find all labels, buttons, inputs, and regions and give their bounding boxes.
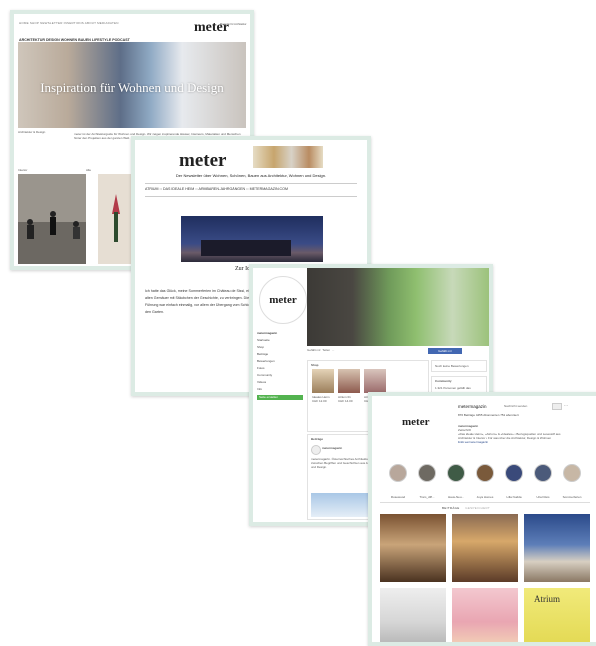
grid-post[interactable] bbox=[452, 514, 518, 582]
create-page-button[interactable]: Seite erstellen bbox=[257, 395, 303, 400]
hero-image[interactable]: Inspiration für Wohnen und Design bbox=[18, 42, 246, 128]
shop-item-image[interactable] bbox=[338, 369, 360, 393]
plant-illustration bbox=[98, 174, 134, 264]
magazine-covers-image bbox=[253, 146, 323, 168]
community-line: 1.321 Personen gefällt das bbox=[435, 386, 471, 390]
menu-link-website[interactable]: METERMAGAZIN.COM bbox=[250, 187, 288, 191]
highlight-thumbnail bbox=[505, 464, 523, 482]
grid-post[interactable] bbox=[380, 588, 446, 642]
people-illustration bbox=[18, 174, 86, 264]
shop-title: Shop bbox=[311, 363, 319, 367]
more-options-icon[interactable]: ⋯ bbox=[564, 403, 568, 408]
message-button[interactable]: Nachricht senden bbox=[504, 404, 527, 408]
post-author[interactable]: metermagazin bbox=[322, 446, 342, 450]
article-photo[interactable] bbox=[98, 174, 134, 264]
highlight-thumbnail bbox=[476, 464, 494, 482]
cover-photo[interactable] bbox=[307, 268, 489, 346]
newsletter-menu: ATRIUM •• DAS IDEALE HEIM •• ARMBAREN-JA… bbox=[145, 187, 288, 191]
nav-item[interactable]: Fotos bbox=[257, 365, 303, 372]
highlight-thumbnail bbox=[534, 464, 552, 482]
nav-item[interactable]: Info bbox=[257, 386, 303, 393]
like-button[interactable]: Gefällt mir bbox=[428, 348, 462, 354]
magazine-title: Atrium bbox=[534, 594, 560, 604]
action-row: Gefällt mir Teilen ... bbox=[307, 348, 334, 352]
story-highlight[interactable]: Lilla Nudda bbox=[504, 464, 524, 503]
highlight-label: Sommerferien bbox=[562, 495, 582, 499]
menu-link-jahrgaenge[interactable]: ARMBAREN-JAHRGÄNGEN bbox=[199, 187, 246, 191]
nav-item[interactable]: Community bbox=[257, 372, 303, 379]
shop-item-price: CHF 12.00 bbox=[312, 399, 327, 403]
section-label[interactable]: Alle bbox=[86, 168, 91, 172]
profile-handle: metermagazin bbox=[458, 404, 487, 409]
divider bbox=[145, 196, 357, 197]
article-body: Ich hatte das Glück, meine Sommerferien … bbox=[145, 289, 257, 314]
highlight-thumbnail bbox=[418, 464, 436, 482]
tab-posts[interactable]: BEITRÄGE bbox=[442, 506, 460, 510]
menu-link-ideales-heim[interactable]: DAS IDEALE HEIM bbox=[163, 187, 194, 191]
nav-item[interactable]: Beiträge bbox=[257, 351, 303, 358]
community-title: Community bbox=[435, 379, 452, 383]
newsletter-tagline: Der Newsletter über Wohnen, Schönen, Bau… bbox=[175, 173, 327, 178]
highlight-thumbnail bbox=[563, 464, 581, 482]
nav-item[interactable]: Bewertungen bbox=[257, 358, 303, 365]
shop-item-image[interactable] bbox=[364, 369, 386, 393]
highlight-label: Uriel Reis bbox=[536, 495, 550, 499]
nav-item[interactable]: Startseite bbox=[257, 337, 303, 344]
highlight-label: Lilla Nudda bbox=[506, 495, 522, 499]
highlight-thumbnail bbox=[447, 464, 465, 482]
follow-button[interactable] bbox=[552, 403, 562, 410]
profile-tabs: BEITRÄGE GESPEICHERT bbox=[442, 506, 490, 510]
grid-post[interactable] bbox=[380, 514, 446, 582]
hero-caption: Architektur & Design bbox=[18, 130, 46, 134]
tab-saved[interactable]: GESPEICHERT bbox=[465, 506, 490, 510]
section-label: Interior bbox=[18, 168, 28, 172]
menu-link-atrium[interactable]: ATRIUM bbox=[145, 187, 159, 191]
highlight-label: Haus-Neu... bbox=[447, 495, 464, 499]
post-avatar[interactable] bbox=[311, 445, 321, 455]
hero-title: Inspiration für Wohnen und Design bbox=[40, 80, 224, 95]
avatar-logo: meter bbox=[269, 294, 297, 306]
profile-stats: 876 Beiträge 4455 Abonnenten 751 abonnie… bbox=[458, 413, 519, 417]
story-highlight[interactable]: Joya Homes bbox=[475, 464, 495, 503]
page-name: metermagazin bbox=[257, 331, 278, 335]
share-action[interactable]: Teilen bbox=[322, 348, 330, 352]
divider bbox=[145, 183, 357, 184]
story-highlight[interactable]: Rosewood bbox=[388, 464, 408, 503]
bio-link[interactable]: linktr.ee/metermagazin bbox=[458, 440, 588, 444]
left-navigation: metermagazin Startseite Shop Beiträge Be… bbox=[257, 330, 303, 400]
profile-logo: meter bbox=[402, 416, 430, 428]
instagram-screenshot-card: meter metermagazin Nachricht senden ⋯ 87… bbox=[368, 392, 596, 646]
newsletter-logo[interactable]: meter bbox=[179, 150, 226, 172]
highlight-label: Rosewood bbox=[390, 495, 406, 499]
nav-item[interactable]: Videos bbox=[257, 379, 303, 386]
divider bbox=[380, 502, 590, 503]
more-action[interactable]: ... bbox=[332, 348, 335, 352]
shop-item-price: CHF 14.00 bbox=[338, 399, 353, 403]
brand-subtitle: Magazin für Architektur bbox=[220, 23, 247, 26]
story-highlight[interactable]: Uriel Reis bbox=[533, 464, 553, 503]
page-avatar[interactable]: meter bbox=[259, 276, 307, 324]
reviews-box: Noch keine Bewertungen bbox=[431, 360, 487, 372]
story-highlight[interactable]: Tram_diff... bbox=[417, 464, 437, 503]
like-action[interactable]: Gefällt mir bbox=[307, 348, 321, 352]
grid-post[interactable]: Atrium bbox=[524, 588, 590, 642]
castle-night-image[interactable] bbox=[181, 216, 323, 262]
top-nav[interactable]: HOME SHOP NEWSLETTER INSERTIONS ABOUT ME… bbox=[19, 21, 119, 25]
grid-post[interactable] bbox=[524, 514, 590, 582]
profile-bio: metermagazin Zeitschrift «Das ideale Hei… bbox=[458, 424, 588, 444]
shop-item-image[interactable] bbox=[312, 369, 334, 393]
highlight-thumbnail bbox=[389, 464, 407, 482]
nav-item[interactable]: Shop bbox=[257, 344, 303, 351]
story-highlight[interactable]: Sommerferien bbox=[562, 464, 582, 503]
grid-post[interactable] bbox=[452, 588, 518, 642]
highlight-label: Tram_diff... bbox=[419, 495, 435, 499]
story-highlight[interactable]: Haus-Neu... bbox=[446, 464, 466, 503]
posts-title: Beiträge bbox=[311, 437, 324, 441]
highlight-label: Joya Homes bbox=[476, 495, 494, 499]
reviews-label: Noch keine Bewertungen bbox=[435, 364, 469, 368]
article-photo[interactable] bbox=[18, 174, 86, 264]
